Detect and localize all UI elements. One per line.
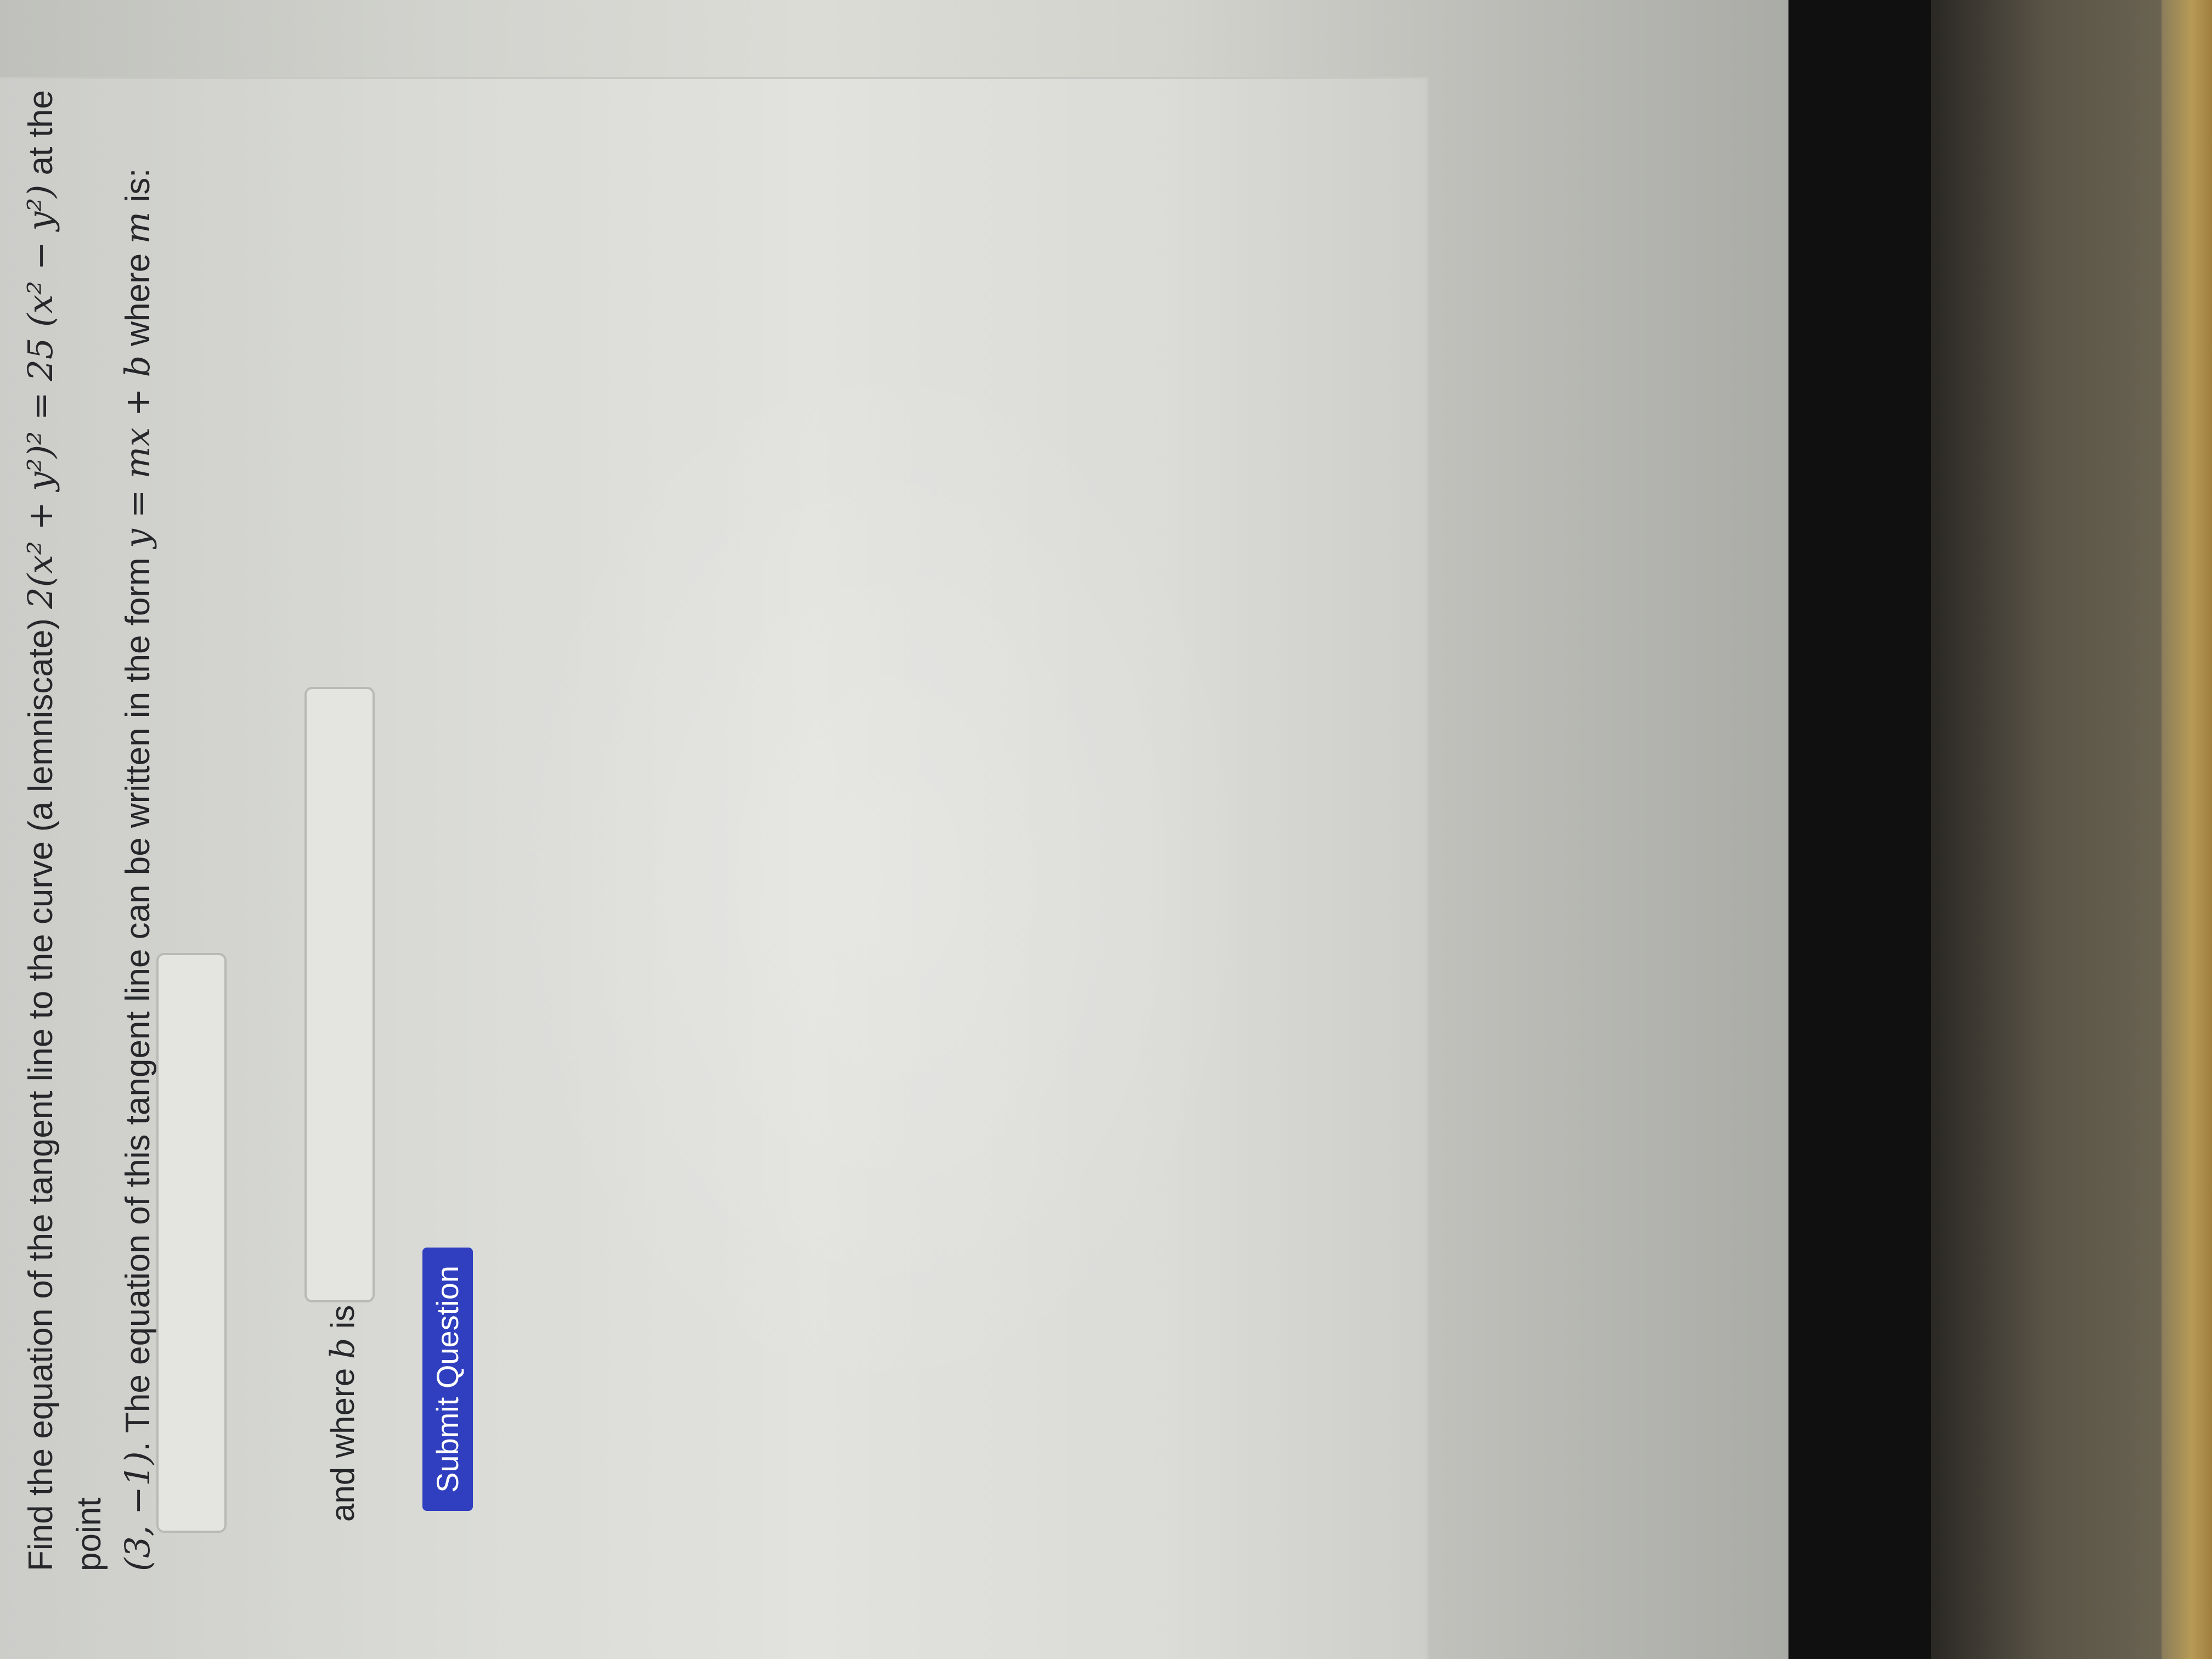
- lemniscate-equation: 2(x² + y²)² = 25 (x² − y²): [20, 184, 60, 609]
- b-symbol: b: [324, 1338, 362, 1359]
- monitor-bezel: [1788, 0, 1931, 1659]
- m-symbol: m: [117, 211, 157, 244]
- intercept-b-label: and where b is:: [324, 1296, 362, 1522]
- monitor-edge: [2162, 0, 2212, 1659]
- line-form: y = mx + b: [117, 355, 157, 549]
- question-where: where: [119, 244, 157, 356]
- intercept-b-input[interactable]: [304, 687, 375, 1302]
- question-form-text: . The equation of this tangent line can …: [119, 548, 157, 1452]
- monitor-frame: [1931, 0, 2162, 1659]
- b-label-prefix: and where: [324, 1359, 361, 1522]
- submit-question-button[interactable]: Submit Question: [422, 1248, 473, 1511]
- question-page: Find the equation of the tangent line to…: [0, 0, 1788, 1659]
- question-is: is:: [119, 168, 157, 212]
- point-coordinates: (3, −1): [117, 1451, 157, 1571]
- question-prefix: Find the equation of the tangent line to…: [22, 608, 60, 1571]
- question-text: Find the equation of the tangent line to…: [16, 24, 162, 1571]
- slope-m-input[interactable]: [156, 953, 227, 1533]
